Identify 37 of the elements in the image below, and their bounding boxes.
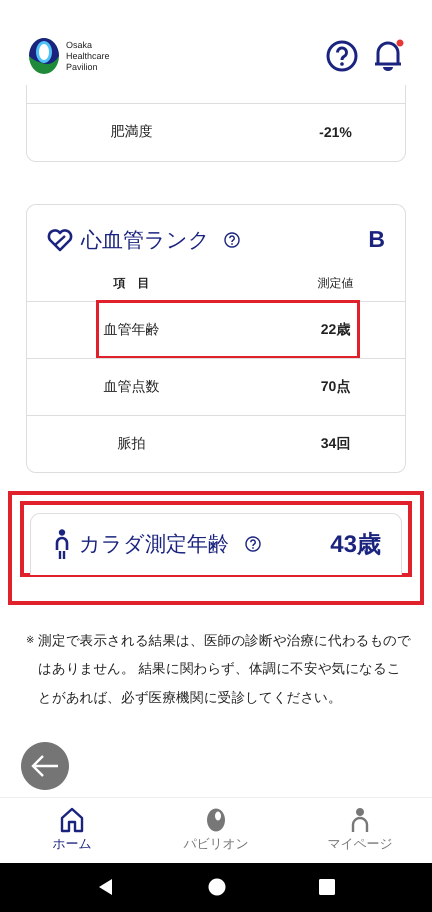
card-title: 心血管ランク [81, 228, 210, 254]
recents-square-icon[interactable] [319, 879, 336, 896]
item-value: 34回 [320, 434, 352, 453]
item-value: 22歳 [320, 320, 352, 339]
logo-text: Osaka [66, 40, 94, 51]
item-name: 肥満度 [110, 123, 154, 142]
home-icon [60, 807, 84, 834]
home-circle-icon[interactable] [208, 878, 226, 896]
person-icon [350, 807, 370, 834]
nav-tab[interactable]: ホーム [0, 798, 144, 863]
rank-value: B [368, 226, 385, 254]
back-triangle-icon[interactable] [96, 878, 115, 896]
card-title: カラダ測定年齢 [79, 532, 229, 558]
nav-tab[interactable]: パビリオン [144, 798, 288, 863]
body-age-value: 43歳 [330, 530, 381, 560]
back-button[interactable] [21, 742, 69, 790]
logo-icon [28, 37, 60, 76]
item-value: -21% [318, 124, 353, 140]
column-header: 測定値 [316, 274, 354, 292]
item-name: 血管年齢 [102, 320, 160, 339]
heart-icon [47, 228, 73, 252]
item-value: 70点 [320, 378, 352, 396]
column-header: 項 目 [112, 274, 150, 292]
notification-bell-icon[interactable] [372, 39, 404, 74]
person-icon [55, 529, 69, 560]
help-icon[interactable] [245, 536, 261, 552]
nav-tab[interactable]: マイページ [288, 798, 432, 863]
help-icon[interactable] [224, 232, 240, 248]
item-name: 血管点数 [102, 378, 160, 396]
back-arrow-icon [30, 754, 60, 778]
logo-text: Pavilion [66, 62, 99, 73]
egg-logo-icon [206, 807, 226, 834]
logo-text: Healthcare [66, 50, 110, 62]
help-icon[interactable] [326, 40, 358, 72]
item-name: 脈拍 [116, 434, 146, 453]
disclaimer-text: 測定で表示される結果は、医師の診断や治療に代わるものではありません。 結果に関わらず、体調に不安や気になることがあれば、必ず医療機関に受診してください。 [38, 632, 412, 707]
note-mark: ※ [26, 634, 34, 648]
